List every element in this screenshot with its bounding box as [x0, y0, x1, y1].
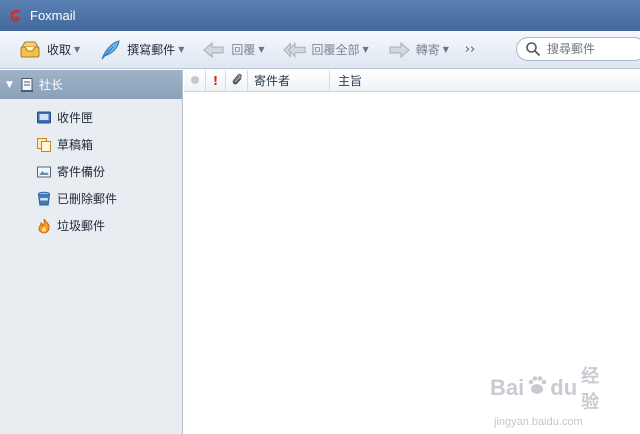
column-read-status[interactable] [184, 69, 206, 92]
watermark-url: jingyan.baidu.com [494, 416, 583, 428]
paw-icon [526, 374, 548, 402]
watermark-brand: Bai [490, 375, 525, 400]
folder-sidebar: ▼ 社长 收件匣 草稿箱 寄件備份 已刪除郵件 垃圾郵件 [0, 70, 183, 434]
sidebar-item-inbox[interactable]: 收件匣 [0, 104, 182, 131]
folder-label: 已刪除郵件 [57, 192, 118, 206]
search-icon [525, 41, 541, 57]
sender-column-label: 寄件者 [254, 74, 291, 88]
chevron-down-icon[interactable]: ▼ [178, 45, 184, 54]
read-status-dot-icon [190, 74, 200, 88]
account-name: 社长 [38, 78, 63, 92]
receive-label: 收取 [47, 43, 72, 57]
compose-button[interactable]: 撰寫郵件 ▼ [94, 36, 188, 64]
priority-mark: ! [212, 73, 219, 88]
chevron-down-icon[interactable]: ▼ [363, 45, 369, 54]
reply-all-button[interactable]: 回覆全部 ▼ [279, 36, 373, 64]
forward-button[interactable]: 轉寄 ▼ [383, 36, 453, 64]
toolbar-overflow-button[interactable]: ›› [465, 42, 475, 57]
reply-button[interactable]: 回覆 ▼ [198, 36, 268, 64]
baidu-jingyan-watermark: Bai du 经验 jingyan.baidu.com [490, 362, 610, 428]
reply-label: 回覆 [231, 43, 256, 57]
account-header[interactable]: ▼ 社长 [0, 70, 182, 99]
sidebar-item-sent[interactable]: 寄件備份 [0, 158, 182, 185]
sidebar-item-junk[interactable]: 垃圾郵件 [0, 212, 182, 239]
trash-icon [36, 191, 52, 207]
chevron-down-icon[interactable]: ▼ [443, 45, 449, 54]
sidebar-item-deleted[interactable]: 已刪除郵件 [0, 185, 182, 212]
search-box[interactable] [516, 37, 640, 61]
receive-button[interactable]: 收取 ▼ [14, 36, 84, 64]
reply-all-label: 回覆全部 [311, 43, 360, 57]
folder-label: 垃圾郵件 [57, 219, 106, 233]
search-input[interactable] [547, 42, 637, 56]
inbox-tray-icon [18, 38, 42, 62]
drafts-icon [36, 137, 52, 153]
subject-column-label: 主旨 [338, 74, 363, 88]
paperclip-icon [231, 72, 243, 89]
chevron-down-icon[interactable]: ▼ [258, 45, 264, 54]
chevron-down-icon[interactable]: ▼ [74, 45, 80, 54]
watermark-logo: Bai du 经验 [490, 362, 610, 414]
watermark-cn: 经验 [581, 366, 600, 412]
collapse-triangle-icon[interactable]: ▼ [6, 80, 13, 90]
folder-label: 草稿箱 [57, 138, 94, 152]
toolbar: 收取 ▼ 撰寫郵件 ▼ 回覆 ▼ 回覆全部 ▼ 轉寄 ▼ ›› 搜尋郵件 [0, 31, 640, 69]
folder-label: 寄件備份 [57, 165, 106, 179]
reply-arrow-icon [202, 38, 226, 62]
forward-arrow-icon [387, 38, 411, 62]
title-bar: Foxmail [0, 0, 640, 31]
folder-label: 收件匣 [57, 111, 94, 125]
column-attachment[interactable] [226, 69, 248, 92]
inbox-icon [36, 110, 52, 126]
junk-icon [36, 218, 52, 234]
column-sender[interactable]: 寄件者 [248, 69, 330, 92]
reply-all-arrow-icon [282, 38, 307, 62]
sent-icon [36, 164, 52, 180]
forward-label: 轉寄 [415, 43, 440, 57]
column-priority[interactable]: ! [206, 69, 226, 92]
sidebar-item-drafts[interactable]: 草稿箱 [0, 131, 182, 158]
account-icon [19, 77, 35, 93]
mail-list-header: ! 寄件者 主旨 [184, 69, 640, 92]
foxmail-logo-icon [8, 8, 24, 24]
column-subject[interactable]: 主旨 [330, 70, 640, 92]
watermark-brand-suffix: du [550, 375, 578, 400]
compose-label: 撰寫郵件 [127, 43, 176, 57]
folder-list: 收件匣 草稿箱 寄件備份 已刪除郵件 垃圾郵件 [0, 99, 182, 239]
feather-pen-icon [98, 38, 122, 62]
window-title: Foxmail [30, 8, 76, 23]
